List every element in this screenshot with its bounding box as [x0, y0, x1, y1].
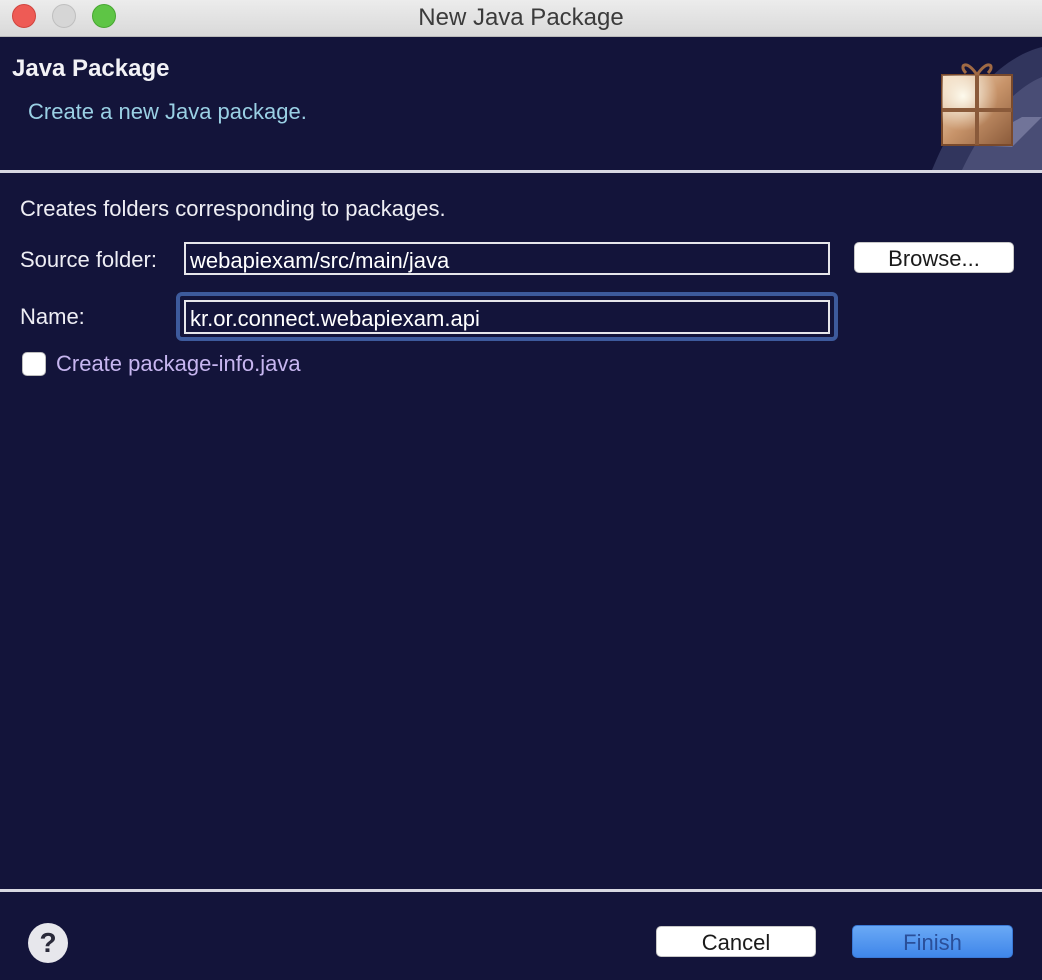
package-name-field[interactable]	[184, 300, 830, 334]
help-icon[interactable]: ?	[28, 923, 68, 963]
cancel-button[interactable]: Cancel	[656, 926, 816, 957]
banner-description: Create a new Java package.	[28, 99, 307, 124]
window-title: New Java Package	[418, 4, 624, 31]
banner-title: Java Package	[12, 55, 170, 82]
page-description: Creates folders corresponding to package…	[20, 196, 446, 221]
source-folder-field[interactable]	[184, 242, 830, 275]
footer-separator	[0, 889, 1042, 892]
finish-button[interactable]: Finish	[852, 925, 1013, 958]
banner-separator	[0, 170, 1042, 173]
package-info-checkbox[interactable]	[22, 352, 46, 376]
wizard-banner: Java Package Create a new Java package.	[0, 37, 1042, 170]
package-icon	[932, 47, 1042, 170]
title-bar[interactable]: New Java Package	[0, 0, 1042, 37]
name-label: Name:	[20, 304, 85, 329]
source-folder-label: Source folder:	[20, 247, 157, 272]
new-java-package-dialog: New Java Package Java Package Create a n…	[0, 0, 1042, 980]
browse-button[interactable]: Browse...	[854, 242, 1014, 273]
package-info-label[interactable]: Create package-info.java	[56, 351, 301, 377]
